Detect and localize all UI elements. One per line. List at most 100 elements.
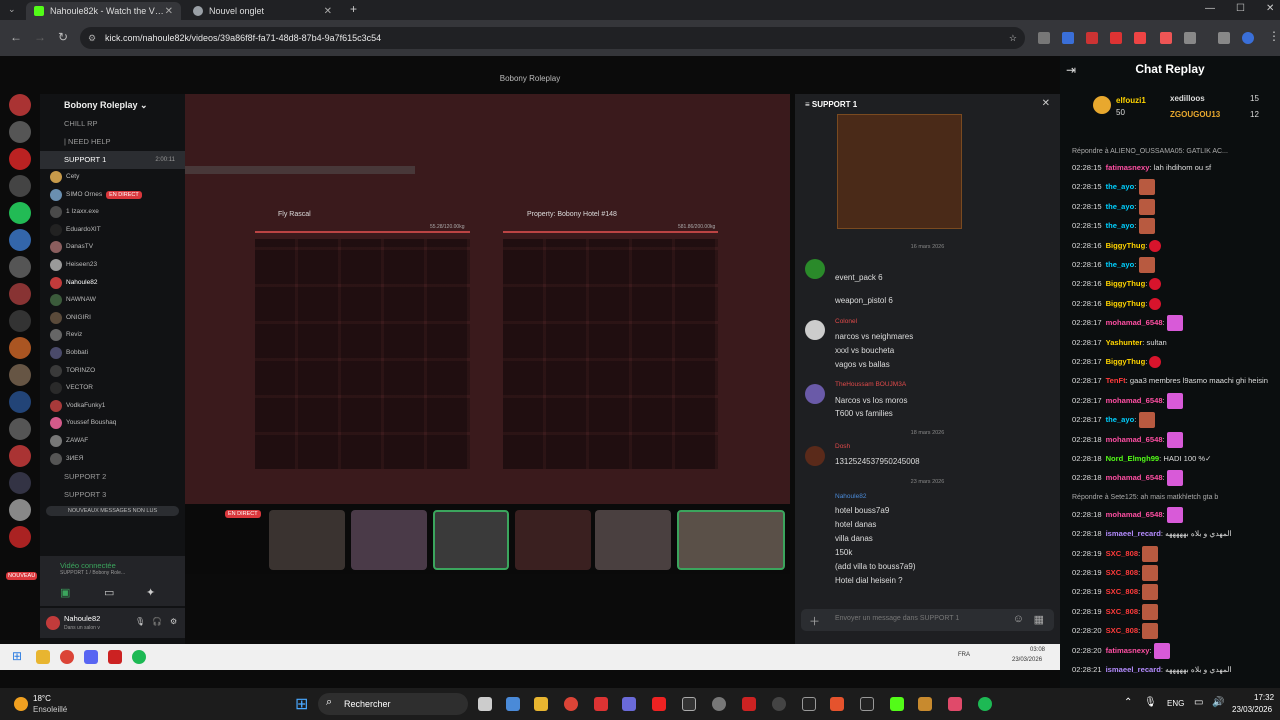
server-icon[interactable] xyxy=(9,472,31,494)
server-icon[interactable] xyxy=(9,418,31,440)
voice-user[interactable]: SIMO Ornes EN DIRECT xyxy=(40,187,185,205)
message-username[interactable]: SXC_808 xyxy=(1106,607,1139,616)
address-bar[interactable]: ⚙ kick.com/nahoule82k/videos/39a86f8f-fa… xyxy=(80,27,1025,49)
unread-banner[interactable]: NOUVEAUX MESSAGES NON LUS xyxy=(46,506,179,517)
screen-share-icon[interactable]: ▭ xyxy=(104,586,114,599)
voice-user[interactable]: TORINZO xyxy=(40,363,185,381)
emoji-icon[interactable]: ☺ xyxy=(1013,613,1024,625)
volume-icon[interactable]: 🔊 xyxy=(1212,697,1224,708)
chrome-icon[interactable] xyxy=(564,697,578,711)
extension-icon[interactable] xyxy=(1062,32,1074,44)
taskbar-search[interactable]: ⌕ Rechercher xyxy=(318,693,468,715)
close-icon[interactable]: ✕ xyxy=(324,6,332,17)
back-icon[interactable]: ← xyxy=(10,30,22,44)
message-author[interactable]: TheHoussam BOUJM3A xyxy=(835,381,906,388)
message-username[interactable]: mohamad_6548 xyxy=(1106,318,1163,327)
message-username[interactable]: the_ayo xyxy=(1106,415,1135,424)
webcam-tile[interactable] xyxy=(677,510,785,570)
message-username[interactable]: Yashunter xyxy=(1106,338,1143,347)
obs-icon[interactable] xyxy=(772,697,786,711)
voice-user[interactable]: 1 Izaxx.exe xyxy=(40,204,185,222)
voice-user[interactable]: Heiseen23 xyxy=(40,257,185,275)
task-view-icon[interactable] xyxy=(478,697,492,711)
mic-icon[interactable]: 🎙 xyxy=(1144,697,1157,708)
headphones-icon[interactable]: 🎧 xyxy=(152,617,162,626)
brave-icon[interactable] xyxy=(830,697,844,711)
message-username[interactable]: SXC_808 xyxy=(1106,587,1139,596)
message-author[interactable]: Colonel xyxy=(835,318,857,325)
close-window-icon[interactable]: ✕ xyxy=(1266,3,1274,14)
message-username[interactable]: BiggyThug xyxy=(1106,299,1146,308)
message-username[interactable]: BiggyThug xyxy=(1106,279,1146,288)
extension-icon[interactable] xyxy=(1160,32,1172,44)
message-username[interactable]: the_ayo xyxy=(1106,182,1135,191)
channel-support-1[interactable]: SUPPORT 1 2:00:11 xyxy=(40,151,185,169)
message-username[interactable]: the_ayo xyxy=(1106,260,1135,269)
server-icon[interactable] xyxy=(9,526,31,548)
voice-user[interactable]: Cety xyxy=(40,169,185,187)
voice-user[interactable]: DanasTV xyxy=(40,239,185,257)
reading-list-icon[interactable] xyxy=(1218,32,1230,44)
channel-need-help[interactable]: | NEED HELP xyxy=(40,133,185,151)
message-username[interactable]: ismaeel_recard xyxy=(1106,665,1161,674)
server-icon[interactable] xyxy=(9,202,31,224)
channel-support-3[interactable]: SUPPORT 3 xyxy=(40,486,185,504)
server-icon[interactable] xyxy=(9,337,31,359)
extensions-puzzle-icon[interactable] xyxy=(1184,32,1196,44)
message-username[interactable]: BiggyThug xyxy=(1106,357,1146,366)
tray-chevron-icon[interactable]: ⌃ xyxy=(1124,697,1132,708)
kick-icon[interactable] xyxy=(890,697,904,711)
message-username[interactable]: mohamad_6548 xyxy=(1106,396,1163,405)
app-icon[interactable] xyxy=(594,697,608,711)
activities-icon[interactable]: ✦ xyxy=(146,586,155,599)
settings-gear-icon[interactable] xyxy=(712,697,726,711)
channel-chill-rp[interactable]: CHILL RP xyxy=(40,115,185,133)
webcam-tile[interactable] xyxy=(595,510,671,570)
message-username[interactable]: mohamad_6548 xyxy=(1106,510,1163,519)
message-username[interactable]: fatimasnexy xyxy=(1106,163,1150,172)
webcam-tile[interactable] xyxy=(269,510,345,570)
message-author[interactable]: Dosh xyxy=(835,443,850,450)
message-username[interactable]: Nord_Elmgh99 xyxy=(1106,454,1160,463)
settings-gear-icon[interactable]: ⚙ xyxy=(170,617,177,626)
chat-input[interactable]: ＋ Envoyer un message dans SUPPORT 1 ☺ ▦ xyxy=(801,609,1054,631)
voice-user[interactable]: ZAWAF xyxy=(40,433,185,451)
server-icon[interactable] xyxy=(9,94,31,116)
file-explorer-icon[interactable] xyxy=(534,697,548,711)
server-icon[interactable] xyxy=(9,148,31,170)
server-icon[interactable] xyxy=(9,310,31,332)
tab-menu-icon[interactable]: ⌄ xyxy=(8,4,16,15)
gifter-name[interactable]: elfouzi1 xyxy=(1116,96,1146,105)
extension-icon[interactable] xyxy=(1134,32,1146,44)
server-icon[interactable] xyxy=(9,256,31,278)
server-icon[interactable] xyxy=(9,364,31,386)
message-username[interactable]: BiggyThug xyxy=(1106,241,1146,250)
clock-time[interactable]: 17:32 xyxy=(1254,693,1274,702)
message-username[interactable]: fatimasnexy xyxy=(1106,646,1150,655)
message-author[interactable]: Nahoule82 xyxy=(835,493,866,500)
voice-user[interactable]: VECTOR xyxy=(40,380,185,398)
server-name[interactable]: Bobony Roleplay ⌄ xyxy=(40,94,185,115)
app-icon[interactable] xyxy=(622,697,636,711)
voice-user[interactable]: VodkaFunky1 xyxy=(40,398,185,416)
camera-icon[interactable]: ▣ xyxy=(60,586,70,599)
close-icon[interactable]: ✕ xyxy=(1042,98,1050,109)
input-language[interactable]: ENG xyxy=(1167,699,1184,708)
tab-kick-video[interactable]: Nahoule82k - Watch the V… ✕ xyxy=(26,2,181,20)
server-icon[interactable] xyxy=(9,229,31,251)
gifter-name[interactable]: ZGOUGOU13 xyxy=(1170,110,1220,119)
server-icon[interactable] xyxy=(9,499,31,521)
webcam-tile[interactable] xyxy=(515,510,591,570)
webcam-tile[interactable] xyxy=(351,510,427,570)
app-icon[interactable] xyxy=(802,697,816,711)
server-icon[interactable] xyxy=(9,391,31,413)
message-username[interactable]: SXC_808 xyxy=(1106,549,1139,558)
reload-icon[interactable]: ↻ xyxy=(58,30,68,44)
server-icon[interactable] xyxy=(9,283,31,305)
reply-banner[interactable]: Répondre à ALIENO_OUSSAMA05: GATLIK AC..… xyxy=(1072,148,1228,155)
browser-menu-icon[interactable]: ⋮ xyxy=(1268,29,1280,43)
app-icon[interactable] xyxy=(742,697,756,711)
youtube-icon[interactable] xyxy=(652,697,666,711)
extension-icon[interactable] xyxy=(1038,32,1050,44)
site-info-icon[interactable]: ⚙ xyxy=(88,27,96,49)
